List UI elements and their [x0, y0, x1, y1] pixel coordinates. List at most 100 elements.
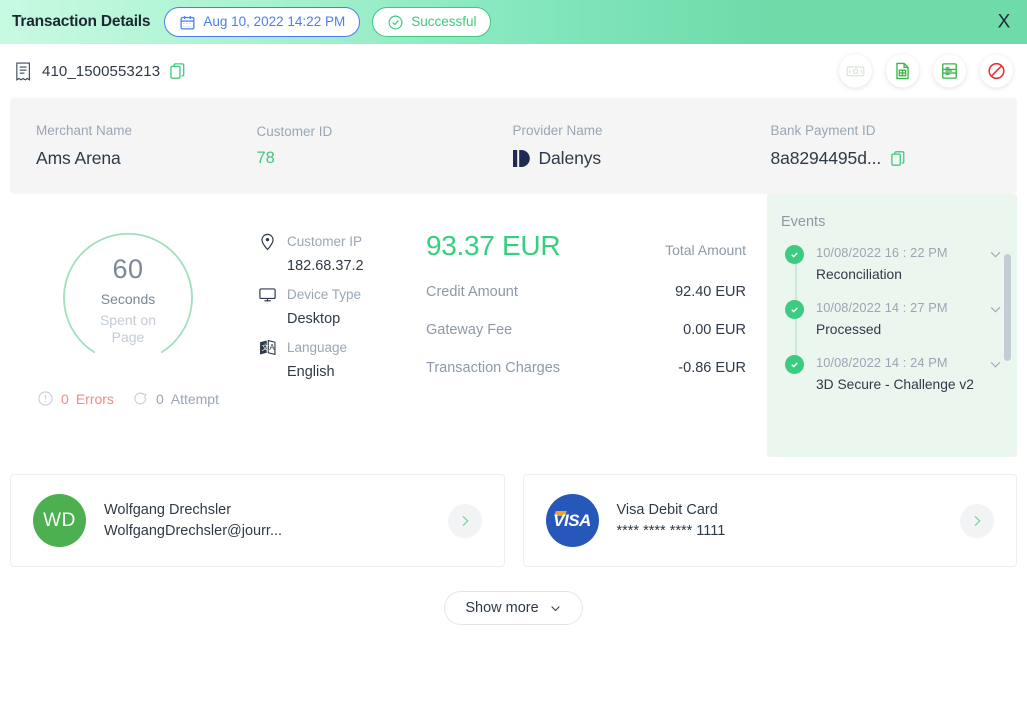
transaction-details-page: Transaction Details Aug 10, 2022 14:22 P… — [0, 0, 1027, 714]
events-title: Events — [781, 214, 826, 230]
event-item[interactable]: 10/08/2022 14 : 24 PM 3D Secure - Challe… — [781, 354, 1003, 392]
bottom-cards: WD Wolfgang Drechsler WolfgangDrechsler@… — [0, 474, 1027, 567]
customer-email: WolfgangDrechsler@jourr... — [104, 523, 283, 539]
card-number-masked: **** **** **** 1111 — [616, 523, 726, 539]
show-more-button[interactable]: Show more — [444, 591, 583, 625]
meta-customer-ip: Customer IP 182.68.37.2 — [258, 232, 408, 274]
block-icon — [987, 62, 1006, 81]
meta-head: A 文 Language — [258, 338, 408, 357]
amount-label: Transaction Charges — [426, 360, 561, 376]
page-stats-row: 0 Errors 0 Attempt — [16, 390, 240, 407]
receipt-icon — [14, 61, 33, 82]
time-gauge: 60 Seconds Spent on Page — [54, 224, 202, 372]
retry-icon — [132, 390, 149, 407]
invoice-icon-button[interactable] — [886, 54, 919, 88]
svg-text:文: 文 — [261, 343, 268, 352]
copy-icon[interactable] — [891, 150, 905, 167]
svg-text:A: A — [269, 343, 275, 352]
amount-row: Credit Amount 92.40 EUR — [426, 284, 746, 300]
event-name: Processed — [816, 322, 882, 337]
chevron-right-icon[interactable] — [447, 503, 482, 538]
errors-count: 0 — [61, 390, 69, 407]
info-value-wrap: 8a8294495d... — [771, 148, 992, 169]
meta-device-type: Device Type Desktop — [258, 285, 408, 327]
events-panel: Events 10/08/2022 16 : 22 PM Reconciliat… — [767, 194, 1017, 457]
ledger-icon-button[interactable] — [933, 54, 966, 88]
amount-value: 92.40 EUR — [675, 284, 746, 300]
events-list: 10/08/2022 16 : 22 PM Reconciliation 10/… — [781, 244, 1003, 392]
event-time: 10/08/2022 14 : 24 PM — [816, 355, 948, 370]
amount-row: Transaction Charges -0.86 EUR — [426, 360, 746, 376]
meta-value: 182.68.37.2 — [287, 258, 364, 274]
cash-icon-button[interactable] — [839, 54, 872, 88]
chevron-down-icon[interactable] — [988, 302, 1003, 317]
info-value[interactable]: 78 — [257, 149, 513, 168]
info-label: Bank Payment ID — [770, 123, 876, 138]
meta-value: English — [287, 364, 335, 380]
info-bank-payment-id: Bank Payment ID 8a8294495d... — [771, 123, 992, 169]
info-label: Provider Name — [512, 123, 603, 138]
chevron-right-icon[interactable] — [960, 503, 994, 538]
time-on-page-widget: 60 Seconds Spent on Page 0 Errors 0 Atte… — [16, 224, 240, 407]
invoice-icon — [893, 62, 912, 81]
info-merchant-name: Merchant Name Ams Arena — [36, 123, 257, 169]
status-badge[interactable]: Successful — [372, 7, 492, 37]
close-icon[interactable]: X — [993, 13, 1015, 32]
copy-icon[interactable] — [170, 62, 185, 80]
visa-wordmark: VISA — [553, 510, 591, 530]
calendar-icon — [179, 14, 196, 31]
event-body: 10/08/2022 16 : 22 PM Reconciliation — [816, 244, 976, 282]
card-type: Visa Debit Card — [616, 502, 718, 518]
seconds-unit: Seconds — [100, 291, 156, 307]
summary-info-strip: Merchant Name Ams Arena Customer ID 78 P… — [10, 98, 1017, 194]
block-icon-button[interactable] — [980, 54, 1013, 88]
chevron-down-icon[interactable] — [988, 357, 1003, 372]
check-circle-icon — [785, 245, 804, 264]
amount-value: 0.00 EUR — [683, 322, 746, 338]
amount-row: Gateway Fee 0.00 EUR — [426, 322, 746, 338]
meta-label: Language — [287, 340, 348, 355]
avatar: WD — [33, 494, 86, 547]
transaction-date-pill[interactable]: Aug 10, 2022 14:22 PM — [164, 7, 361, 37]
alert-circle-icon — [37, 390, 54, 407]
errors-label: Errors — [75, 390, 114, 407]
meta-value: Desktop — [287, 311, 341, 327]
total-amount-label: Total Amount — [665, 242, 746, 258]
event-body: 10/08/2022 14 : 27 PM Processed — [816, 299, 976, 337]
bank-payment-id-text: 8a8294495d... — [770, 148, 882, 168]
info-customer-id: Customer ID 78 — [257, 124, 513, 168]
event-item[interactable]: 10/08/2022 16 : 22 PM Reconciliation — [781, 244, 1003, 282]
ledger-icon — [940, 62, 959, 81]
show-more-wrap: Show more — [0, 591, 1027, 625]
cash-icon — [846, 62, 865, 81]
monitor-icon — [258, 285, 277, 304]
attempts-stat: 0 Attempt — [132, 390, 219, 407]
transaction-id-row: 410_1500553213 — [0, 44, 1027, 98]
status-label: Successful — [411, 14, 477, 30]
chevron-down-icon — [549, 602, 562, 615]
meta-label: Customer IP — [287, 234, 363, 249]
check-circle-icon — [387, 14, 404, 31]
info-value: Ams Arena — [36, 148, 121, 168]
meta-head: Device Type — [258, 285, 408, 304]
total-amount-row: 93.37 EUR Total Amount — [426, 230, 746, 262]
seconds-value: 60 — [112, 254, 144, 284]
check-circle-icon — [785, 300, 804, 319]
transaction-id-value: 410_1500553213 — [42, 62, 161, 80]
check-circle-icon — [785, 355, 804, 374]
chevron-down-icon[interactable] — [988, 247, 1003, 262]
customer-meta-list: Customer IP 182.68.37.2 Device Type Desk… — [258, 232, 408, 391]
payment-method-card[interactable]: VISA Visa Debit Card **** **** **** 1111 — [522, 474, 1017, 567]
info-value-wrap: Dalenys — [512, 148, 771, 169]
customer-card[interactable]: WD Wolfgang Drechsler WolfgangDrechsler@… — [10, 474, 505, 567]
amounts-panel: 93.37 EUR Total Amount Credit Amount 92.… — [426, 230, 746, 376]
events-scrollbar[interactable] — [1004, 254, 1011, 361]
event-item[interactable]: 10/08/2022 14 : 27 PM Processed — [781, 299, 1003, 337]
meta-head: Customer IP — [258, 232, 408, 251]
attempts-count: 0 — [155, 390, 164, 407]
amount-label: Gateway Fee — [426, 322, 513, 338]
gauge-caption: Spent on Page — [99, 312, 157, 345]
transaction-date-label: Aug 10, 2022 14:22 PM — [203, 14, 346, 30]
show-more-label: Show more — [465, 600, 539, 616]
info-label: Merchant Name — [36, 123, 133, 138]
